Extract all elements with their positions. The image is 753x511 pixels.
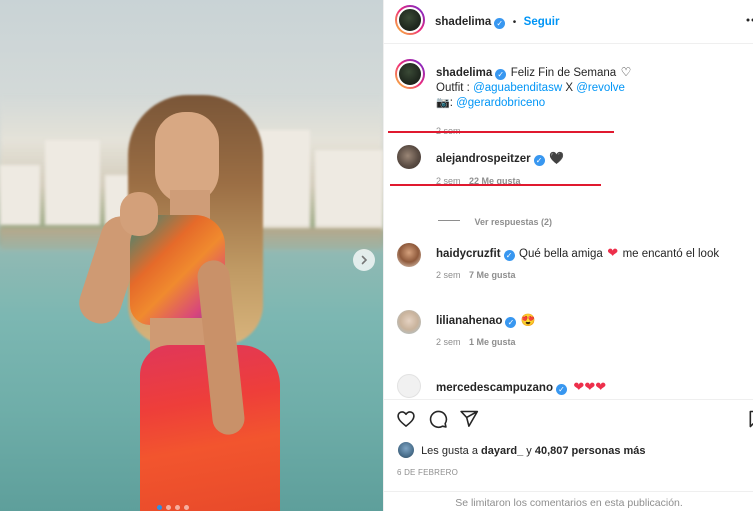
share-icon (460, 410, 479, 427)
more-options-icon (746, 18, 753, 22)
commenter-avatar[interactable] (397, 310, 421, 334)
photo-separator: : (449, 97, 453, 109)
caption-author-username[interactable]: shadelima (436, 67, 492, 79)
comment-time: 2 sem (436, 270, 461, 280)
post-photo[interactable] (0, 0, 383, 511)
comment-time: 2 sem (436, 337, 461, 347)
post-side-panel: shadelima ✓ • Seguir shadelima ✓ Feliz Fin… (383, 0, 753, 511)
likes-middle: y (526, 445, 532, 457)
outfit-separator: X (565, 82, 573, 94)
comment-icon (429, 410, 448, 429)
red-underline (388, 131, 614, 133)
commenter-avatar[interactable] (397, 374, 421, 398)
next-slide-icon (361, 255, 368, 265)
brand-link-aguabendita[interactable]: @aguabenditasw (473, 82, 562, 94)
comment-text: 🖤 (549, 151, 564, 165)
dot-separator: • (512, 17, 517, 28)
commenter-username[interactable]: lilianahenao (436, 315, 502, 327)
likes-prefix: Les gusta a (421, 445, 478, 457)
comment-likes[interactable]: 7 Me gusta (469, 270, 516, 280)
carousel-dot (184, 505, 189, 510)
commenter-username[interactable]: haidycruzfit (436, 248, 501, 260)
verified-badge-icon: ✓ (533, 155, 545, 166)
caption-heart-icon: ♡ (620, 65, 632, 79)
post-date: 6 DE FEBRERO (397, 468, 459, 477)
save-icon (749, 410, 753, 428)
more-options-button[interactable] (746, 13, 753, 27)
verified-badge-icon: ✓ (505, 317, 517, 328)
caption-text: Feliz Fin de Semana (510, 67, 617, 79)
verified-badge-icon: ✓ (503, 250, 515, 261)
like-button[interactable] (395, 408, 417, 430)
author-avatar[interactable] (395, 5, 425, 35)
carousel-dot (175, 505, 180, 510)
verified-badge-icon: ✓ (495, 69, 507, 80)
comment-text: 😍 (520, 313, 536, 327)
post-header: shadelima ✓ • Seguir (384, 0, 753, 44)
verified-badge-icon: ✓ (555, 384, 567, 395)
next-slide-button[interactable] (353, 249, 375, 271)
comment-text: Qué bella amiga (519, 248, 603, 260)
share-button[interactable] (458, 408, 480, 430)
camera-icon: 📷 (436, 97, 450, 109)
view-replies-label: Ver respuestas (2) (474, 217, 552, 227)
carousel-dot (166, 505, 171, 510)
likes-count[interactable]: 40,807 personas más (535, 445, 646, 457)
photographer-link[interactable]: @gerardobriceno (456, 97, 545, 109)
brand-link-revolve[interactable]: @revolve (576, 82, 625, 94)
red-heart-icon: ❤ (607, 245, 619, 260)
likes-summary: Les gusta a dayard_ y 40,807 personas má… (398, 442, 646, 458)
caption-author-avatar[interactable] (395, 59, 425, 89)
comment-button[interactable] (427, 408, 449, 430)
commenter-avatar[interactable] (397, 145, 421, 169)
outfit-prefix: Outfit : (436, 82, 470, 94)
save-button[interactable] (746, 408, 753, 430)
liker-username[interactable]: dayard_ (481, 445, 523, 457)
like-heart-icon (397, 411, 415, 427)
commenter-avatar[interactable] (397, 243, 421, 267)
comment-likes[interactable]: 1 Me gusta (469, 337, 516, 347)
liker-avatar[interactable] (398, 442, 414, 458)
carousel-dots (157, 505, 189, 510)
post-actions: Les gusta a dayard_ y 40,807 personas má… (384, 399, 753, 503)
verified-badge-icon: ✓ (494, 18, 506, 29)
comment-text: ❤❤❤ (573, 379, 607, 394)
follow-button[interactable]: Seguir (524, 16, 560, 28)
commenter-username[interactable]: alejandrospeitzer (436, 153, 531, 165)
carousel-dot (157, 505, 162, 510)
commenter-username[interactable]: mercedescampuzano (436, 382, 553, 394)
author-username[interactable]: shadelima (435, 16, 491, 28)
comment-text-after: me encantó el look (622, 248, 720, 260)
replies-line (438, 220, 460, 222)
red-underline (390, 184, 601, 186)
comments-limited-notice: Se limitaron los comentarios en esta pub… (384, 491, 753, 511)
view-replies-button[interactable]: Ver respuestas (2) (438, 212, 552, 230)
